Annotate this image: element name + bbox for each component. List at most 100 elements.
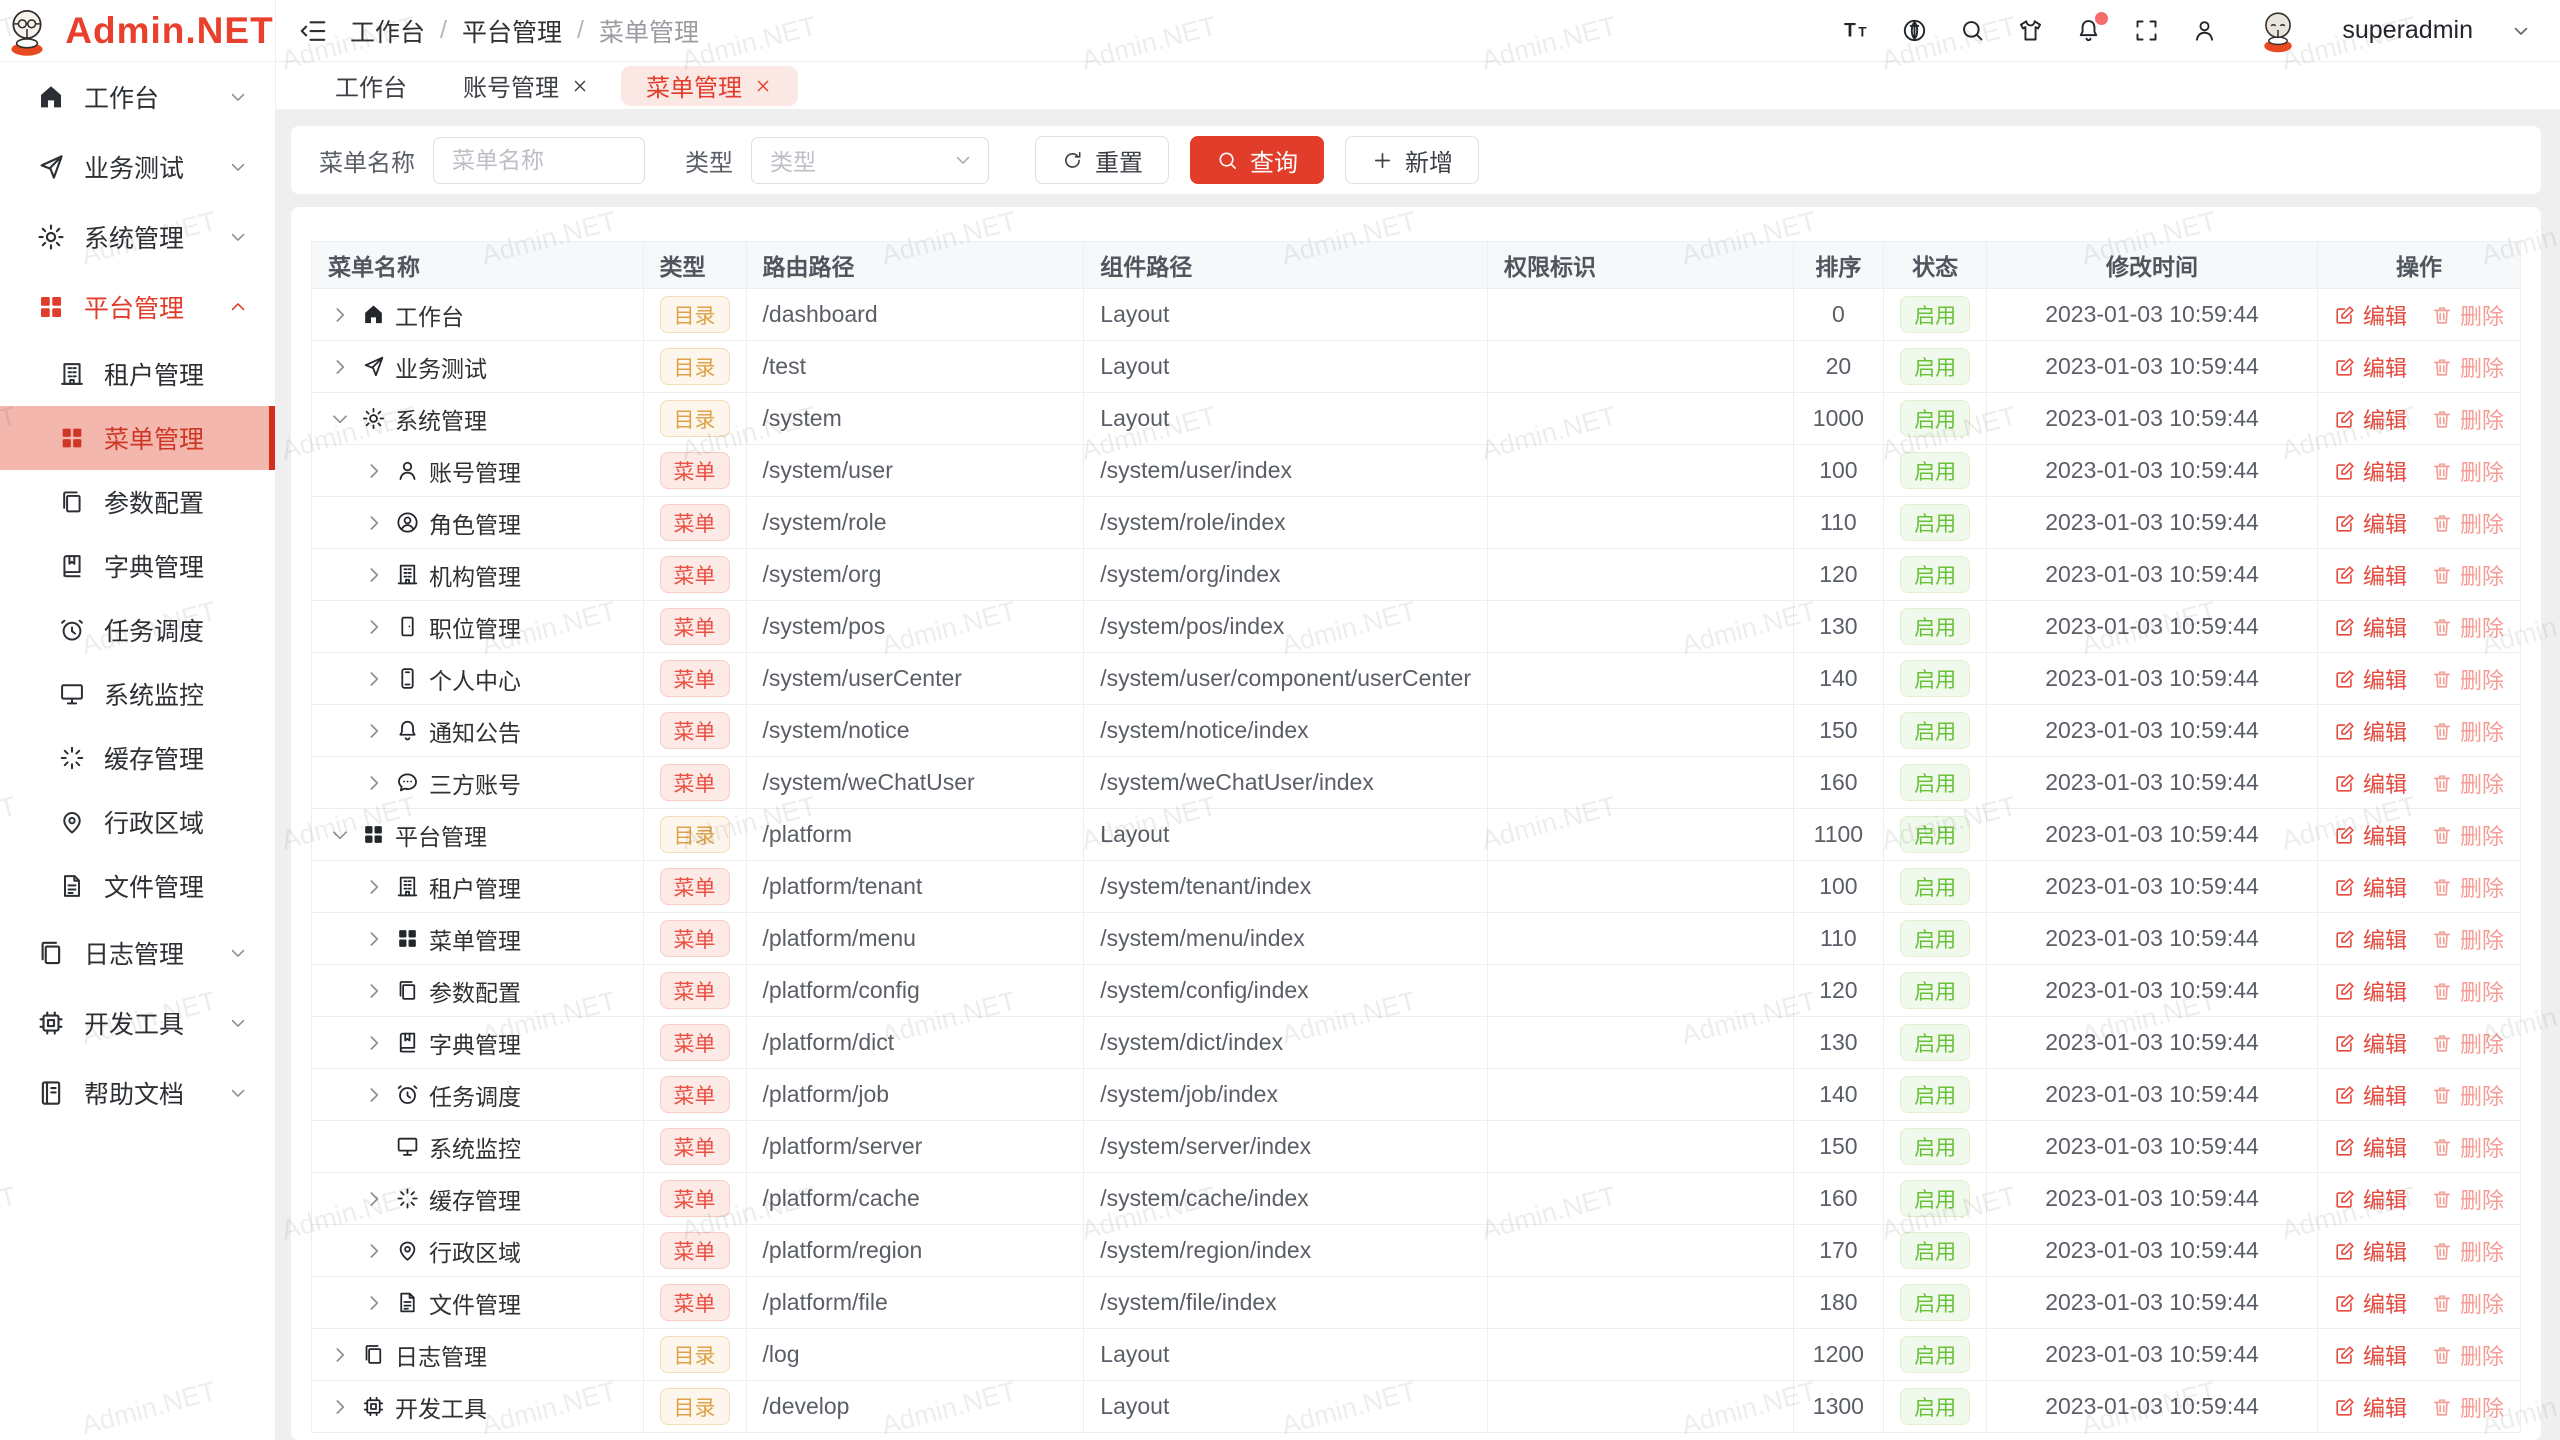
chevron-right-icon[interactable]	[362, 1291, 386, 1315]
delete-button[interactable]: 删除	[2431, 507, 2504, 539]
sidebar-item-platform-mgmt[interactable]: 平台管理	[0, 272, 275, 342]
edit-button[interactable]: 编辑	[2334, 975, 2407, 1007]
chevron-right-icon[interactable]	[362, 771, 386, 795]
sidebar-item-system-monitor[interactable]: 系统监控	[0, 662, 275, 726]
delete-button[interactable]: 删除	[2431, 403, 2504, 435]
tab-workbench[interactable]: 工作台	[310, 66, 432, 106]
sidebar-item-admin-region[interactable]: 行政区域	[0, 790, 275, 854]
reset-button[interactable]: 重置	[1035, 136, 1169, 184]
chevron-right-icon[interactable]	[328, 1395, 352, 1419]
notification-bell-icon[interactable]	[2075, 17, 2102, 44]
chevron-right-icon[interactable]	[362, 563, 386, 587]
edit-button[interactable]: 编辑	[2334, 923, 2407, 955]
chevron-right-icon[interactable]	[362, 1083, 386, 1107]
chevron-down-icon[interactable]	[328, 823, 352, 847]
edit-button[interactable]: 编辑	[2334, 1131, 2407, 1163]
chevron-right-icon[interactable]	[328, 1343, 352, 1367]
chevron-right-icon[interactable]	[362, 875, 386, 899]
chevron-down-icon[interactable]	[2510, 20, 2532, 42]
chevron-right-icon[interactable]	[362, 1031, 386, 1055]
edit-button[interactable]: 编辑	[2334, 767, 2407, 799]
chevron-right-icon[interactable]	[362, 979, 386, 1003]
sidebar-item-tenant-mgmt[interactable]: 租户管理	[0, 342, 275, 406]
edit-button[interactable]: 编辑	[2334, 871, 2407, 903]
close-icon[interactable]	[753, 76, 773, 96]
chevron-right-icon[interactable]	[328, 303, 352, 327]
avatar[interactable]	[2255, 8, 2301, 54]
chevron-right-icon[interactable]	[362, 719, 386, 743]
chevron-right-icon[interactable]	[362, 615, 386, 639]
collapse-sidebar-icon[interactable]	[298, 16, 328, 46]
delete-button[interactable]: 删除	[2431, 819, 2504, 851]
user-icon[interactable]	[2191, 17, 2218, 44]
sidebar-item-log-mgmt[interactable]: 日志管理	[0, 918, 275, 988]
menu-name-input[interactable]	[433, 137, 645, 184]
edit-button[interactable]: 编辑	[2334, 611, 2407, 643]
sidebar-item-dev-tools[interactable]: 开发工具	[0, 988, 275, 1058]
sidebar-item-cache-mgmt[interactable]: 缓存管理	[0, 726, 275, 790]
breadcrumb-item[interactable]: 工作台	[350, 13, 425, 49]
sidebar-item-menu-mgmt[interactable]: 菜单管理	[0, 406, 275, 470]
chevron-right-icon[interactable]	[362, 511, 386, 535]
delete-button[interactable]: 删除	[2431, 923, 2504, 955]
breadcrumb-item[interactable]: 平台管理	[462, 13, 562, 49]
tab-account-mgmt[interactable]: 账号管理	[438, 66, 615, 106]
edit-button[interactable]: 编辑	[2334, 1235, 2407, 1267]
edit-button[interactable]: 编辑	[2334, 559, 2407, 591]
delete-button[interactable]: 删除	[2431, 1339, 2504, 1371]
font-size-icon[interactable]: TT	[1843, 17, 1870, 44]
sidebar-item-param-config[interactable]: 参数配置	[0, 470, 275, 534]
query-button[interactable]: 查询	[1190, 136, 1324, 184]
edit-button[interactable]: 编辑	[2334, 455, 2407, 487]
edit-button[interactable]: 编辑	[2334, 1079, 2407, 1111]
delete-button[interactable]: 删除	[2431, 767, 2504, 799]
delete-button[interactable]: 删除	[2431, 1027, 2504, 1059]
type-select[interactable]: 类型	[751, 137, 989, 184]
edit-button[interactable]: 编辑	[2334, 351, 2407, 383]
delete-button[interactable]: 删除	[2431, 1391, 2504, 1423]
add-button[interactable]: 新增	[1345, 136, 1479, 184]
delete-button[interactable]: 删除	[2431, 871, 2504, 903]
chevron-right-icon[interactable]	[362, 1187, 386, 1211]
delete-button[interactable]: 删除	[2431, 455, 2504, 487]
delete-button[interactable]: 删除	[2431, 975, 2504, 1007]
theme-skin-icon[interactable]	[2017, 17, 2044, 44]
language-icon[interactable]	[1901, 17, 1928, 44]
chevron-down-icon[interactable]	[328, 407, 352, 431]
sidebar-item-system-mgmt[interactable]: 系统管理	[0, 202, 275, 272]
close-icon[interactable]	[570, 76, 590, 96]
chevron-right-icon[interactable]	[328, 355, 352, 379]
chevron-right-icon[interactable]	[362, 1239, 386, 1263]
fullscreen-icon[interactable]	[2133, 17, 2160, 44]
sidebar-item-dict-mgmt[interactable]: 字典管理	[0, 534, 275, 598]
delete-button[interactable]: 删除	[2431, 351, 2504, 383]
edit-button[interactable]: 编辑	[2334, 819, 2407, 851]
delete-button[interactable]: 删除	[2431, 299, 2504, 331]
chevron-right-icon[interactable]	[362, 459, 386, 483]
sidebar-item-file-mgmt[interactable]: 文件管理	[0, 854, 275, 918]
edit-button[interactable]: 编辑	[2334, 299, 2407, 331]
edit-button[interactable]: 编辑	[2334, 1287, 2407, 1319]
delete-button[interactable]: 删除	[2431, 1131, 2504, 1163]
delete-button[interactable]: 删除	[2431, 1235, 2504, 1267]
edit-button[interactable]: 编辑	[2334, 663, 2407, 695]
edit-button[interactable]: 编辑	[2334, 1339, 2407, 1371]
delete-button[interactable]: 删除	[2431, 1079, 2504, 1111]
tab-menu-mgmt[interactable]: 菜单管理	[621, 66, 798, 106]
delete-button[interactable]: 删除	[2431, 1183, 2504, 1215]
delete-button[interactable]: 删除	[2431, 715, 2504, 747]
sidebar-item-workbench[interactable]: 工作台	[0, 62, 275, 132]
delete-button[interactable]: 删除	[2431, 611, 2504, 643]
delete-button[interactable]: 删除	[2431, 559, 2504, 591]
chevron-right-icon[interactable]	[362, 667, 386, 691]
edit-button[interactable]: 编辑	[2334, 403, 2407, 435]
edit-button[interactable]: 编辑	[2334, 507, 2407, 539]
chevron-right-icon[interactable]	[362, 927, 386, 951]
search-icon[interactable]	[1959, 17, 1986, 44]
sidebar-item-business-test[interactable]: 业务测试	[0, 132, 275, 202]
edit-button[interactable]: 编辑	[2334, 1183, 2407, 1215]
sidebar-item-help-docs[interactable]: 帮助文档	[0, 1058, 275, 1128]
delete-button[interactable]: 删除	[2431, 1287, 2504, 1319]
username[interactable]: superadmin	[2342, 16, 2473, 45]
delete-button[interactable]: 删除	[2431, 663, 2504, 695]
